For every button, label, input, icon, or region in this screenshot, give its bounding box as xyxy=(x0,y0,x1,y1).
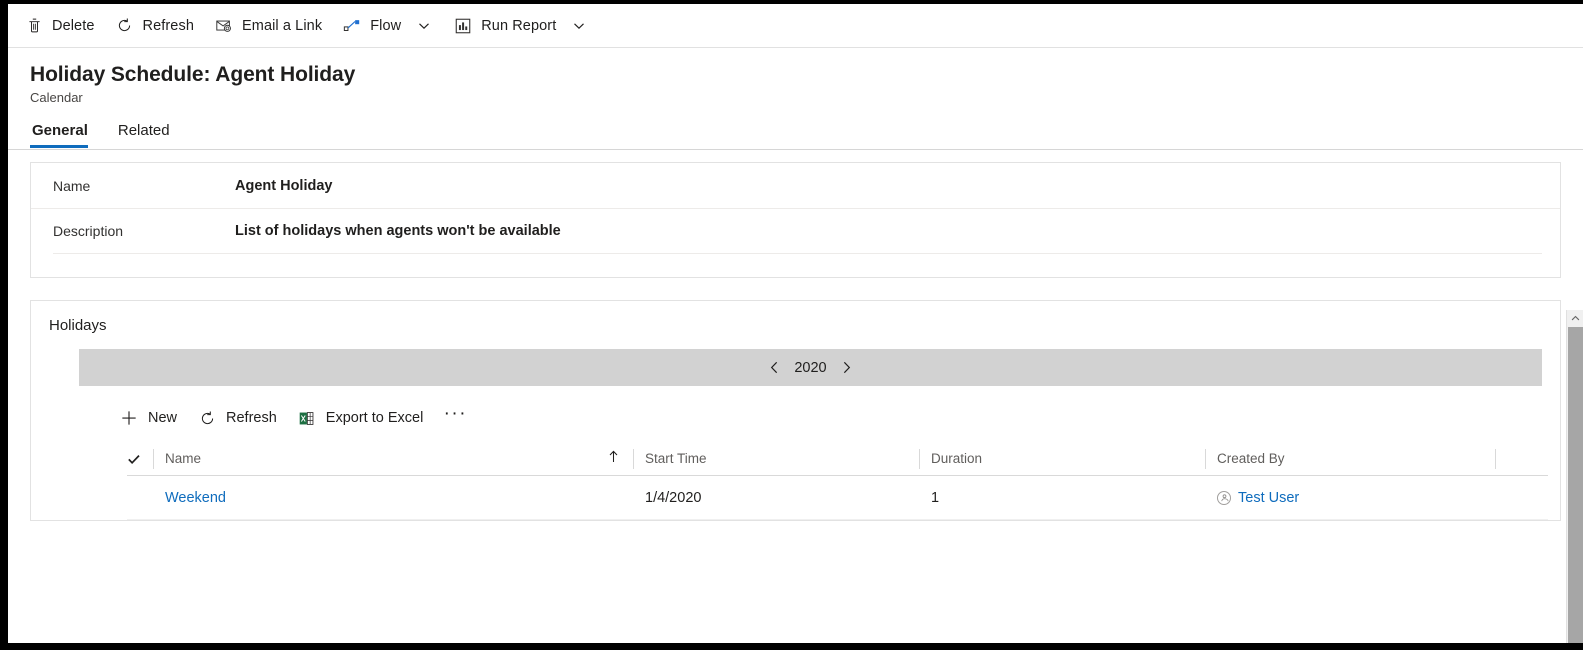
general-section-card: Name Agent Holiday Description List of h… xyxy=(30,162,1561,278)
run-report-button[interactable]: Run Report xyxy=(443,6,566,46)
application-window: Delete Refresh Email a Link Flow Run Rep… xyxy=(8,4,1583,643)
email-a-link-button[interactable]: Email a Link xyxy=(204,6,332,46)
refresh-icon xyxy=(115,16,135,36)
cell-created-by: Test User xyxy=(1205,490,1495,506)
tab-strip: General Related xyxy=(30,122,1583,148)
refresh-icon xyxy=(197,408,217,428)
new-button[interactable]: New xyxy=(109,401,187,435)
page-title: Holiday Schedule: Agent Holiday xyxy=(30,63,356,86)
run-report-label: Run Report xyxy=(481,17,557,34)
flow-icon xyxy=(342,16,362,36)
scrollbar-thumb[interactable] xyxy=(1568,327,1583,643)
name-field-value[interactable]: Agent Holiday xyxy=(235,178,332,194)
run-report-icon xyxy=(453,16,473,36)
year-navigator: 2020 xyxy=(79,349,1542,386)
holidays-data-grid: Name Start Time Duration Created By Week… xyxy=(127,442,1548,520)
page-header: Holiday Schedule: Agent Holiday Calendar… xyxy=(8,48,1583,148)
flow-chevron-down-icon[interactable] xyxy=(413,9,435,43)
chevron-right-icon[interactable] xyxy=(834,355,860,381)
select-all-checkmark-icon[interactable] xyxy=(127,452,153,466)
column-header-start-time[interactable]: Start Time xyxy=(633,448,919,469)
cell-duration: 1 xyxy=(931,489,940,506)
sort-ascending-arrow xyxy=(608,449,633,469)
plus-icon xyxy=(119,408,139,428)
flow-label: Flow xyxy=(370,17,402,34)
delete-label: Delete xyxy=(52,17,95,34)
new-label: New xyxy=(148,410,178,426)
column-header-name[interactable]: Name xyxy=(153,448,633,469)
column-header-created-by[interactable]: Created By xyxy=(1205,448,1495,469)
tab-general[interactable]: General xyxy=(30,122,98,148)
user-avatar-icon xyxy=(1217,490,1231,505)
column-header-name-label: Name xyxy=(165,450,202,466)
run-report-chevron-down-icon[interactable] xyxy=(568,9,590,43)
delete-button[interactable]: Delete xyxy=(14,6,105,46)
cell-name: Weekend xyxy=(153,490,633,506)
created-by-link[interactable]: Test User xyxy=(1238,490,1299,506)
grid-column-end-divider xyxy=(1495,448,1497,469)
holidays-section-card: Holidays 2020 New Refresh Export to Exce… xyxy=(30,300,1561,521)
refresh-button[interactable]: Refresh xyxy=(105,6,204,46)
field-row-name: Name Agent Holiday xyxy=(31,163,1560,208)
description-field-label: Description xyxy=(53,223,124,239)
export-to-excel-label: Export to Excel xyxy=(325,410,424,426)
refresh-label: Refresh xyxy=(142,17,194,34)
cell-start-time: 1/4/2020 xyxy=(645,489,702,506)
description-field-value[interactable]: List of holidays when agents won't be av… xyxy=(235,223,561,239)
year-label: 2020 xyxy=(794,359,827,376)
email-a-link-label: Email a Link xyxy=(242,17,323,34)
vertical-scrollbar[interactable] xyxy=(1566,310,1583,643)
chevron-left-icon[interactable] xyxy=(762,355,788,381)
export-to-excel-button[interactable]: Export to Excel xyxy=(287,401,434,435)
grid-toolbar: New Refresh Export to Excel ··· xyxy=(109,400,1560,436)
table-row[interactable]: Weekend 1/4/2020 1 Test User xyxy=(127,476,1548,520)
flow-button[interactable]: Flow xyxy=(332,6,411,46)
trash-icon xyxy=(24,16,44,36)
tab-related[interactable]: Related xyxy=(116,122,180,148)
grid-refresh-button[interactable]: Refresh xyxy=(187,401,287,435)
email-link-icon xyxy=(214,16,234,36)
excel-icon xyxy=(297,408,317,428)
command-bar: Delete Refresh Email a Link Flow Run Rep… xyxy=(8,4,1583,48)
holidays-section-title: Holidays xyxy=(49,317,107,334)
form-body: Name Agent Holiday Description List of h… xyxy=(8,150,1583,643)
form-bottom-spacer xyxy=(53,253,1542,277)
scroll-up-arrow-icon[interactable] xyxy=(1567,310,1583,327)
column-header-duration[interactable]: Duration xyxy=(919,448,1205,469)
name-field-label: Name xyxy=(53,177,91,194)
holiday-name-link[interactable]: Weekend xyxy=(165,490,226,506)
page-subtitle: Calendar xyxy=(30,90,83,105)
grid-overflow-menu-button[interactable]: ··· xyxy=(439,402,471,434)
grid-refresh-label: Refresh xyxy=(226,410,277,426)
grid-header-row: Name Start Time Duration Created By xyxy=(127,442,1548,476)
field-row-description: Description List of holidays when agents… xyxy=(31,208,1560,253)
